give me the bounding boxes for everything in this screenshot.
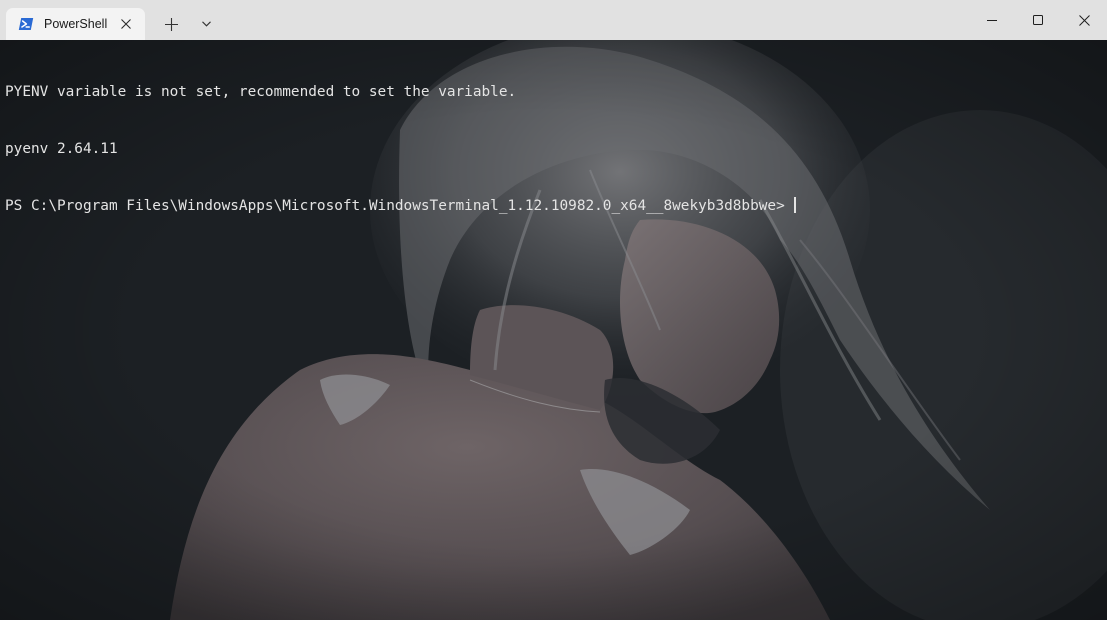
prompt-line[interactable]: PS C:\Program Files\WindowsApps\Microsof… [5,197,796,216]
tab-title: PowerShell [44,17,108,31]
tab-close-button[interactable] [116,14,136,34]
output-line: PYENV variable is not set, recommended t… [5,84,517,100]
close-icon [1078,14,1090,26]
terminal-window: PowerShell PYENV variable is not set, re… [0,0,1107,620]
close-icon [121,19,131,29]
terminal-output: PYENV variable is not set, recommended t… [5,45,796,254]
new-tab-button[interactable] [156,10,186,38]
tab-powershell[interactable]: PowerShell [6,8,145,40]
title-bar[interactable]: PowerShell [0,0,1107,40]
text-cursor [793,197,796,213]
prompt-text: PS C:\Program Files\WindowsApps\Microsof… [5,198,785,214]
close-window-button[interactable] [1061,0,1107,40]
terminal-pane[interactable]: PYENV variable is not set, recommended t… [0,40,1107,620]
minimize-button[interactable] [969,0,1015,40]
maximize-icon [1033,15,1043,25]
maximize-button[interactable] [1015,0,1061,40]
powershell-icon [18,16,34,32]
output-line: pyenv 2.64.11 [5,141,118,157]
minimize-icon [987,20,997,21]
tab-dropdown-button[interactable] [194,10,218,38]
plus-icon [164,17,178,31]
chevron-down-icon [201,21,211,27]
